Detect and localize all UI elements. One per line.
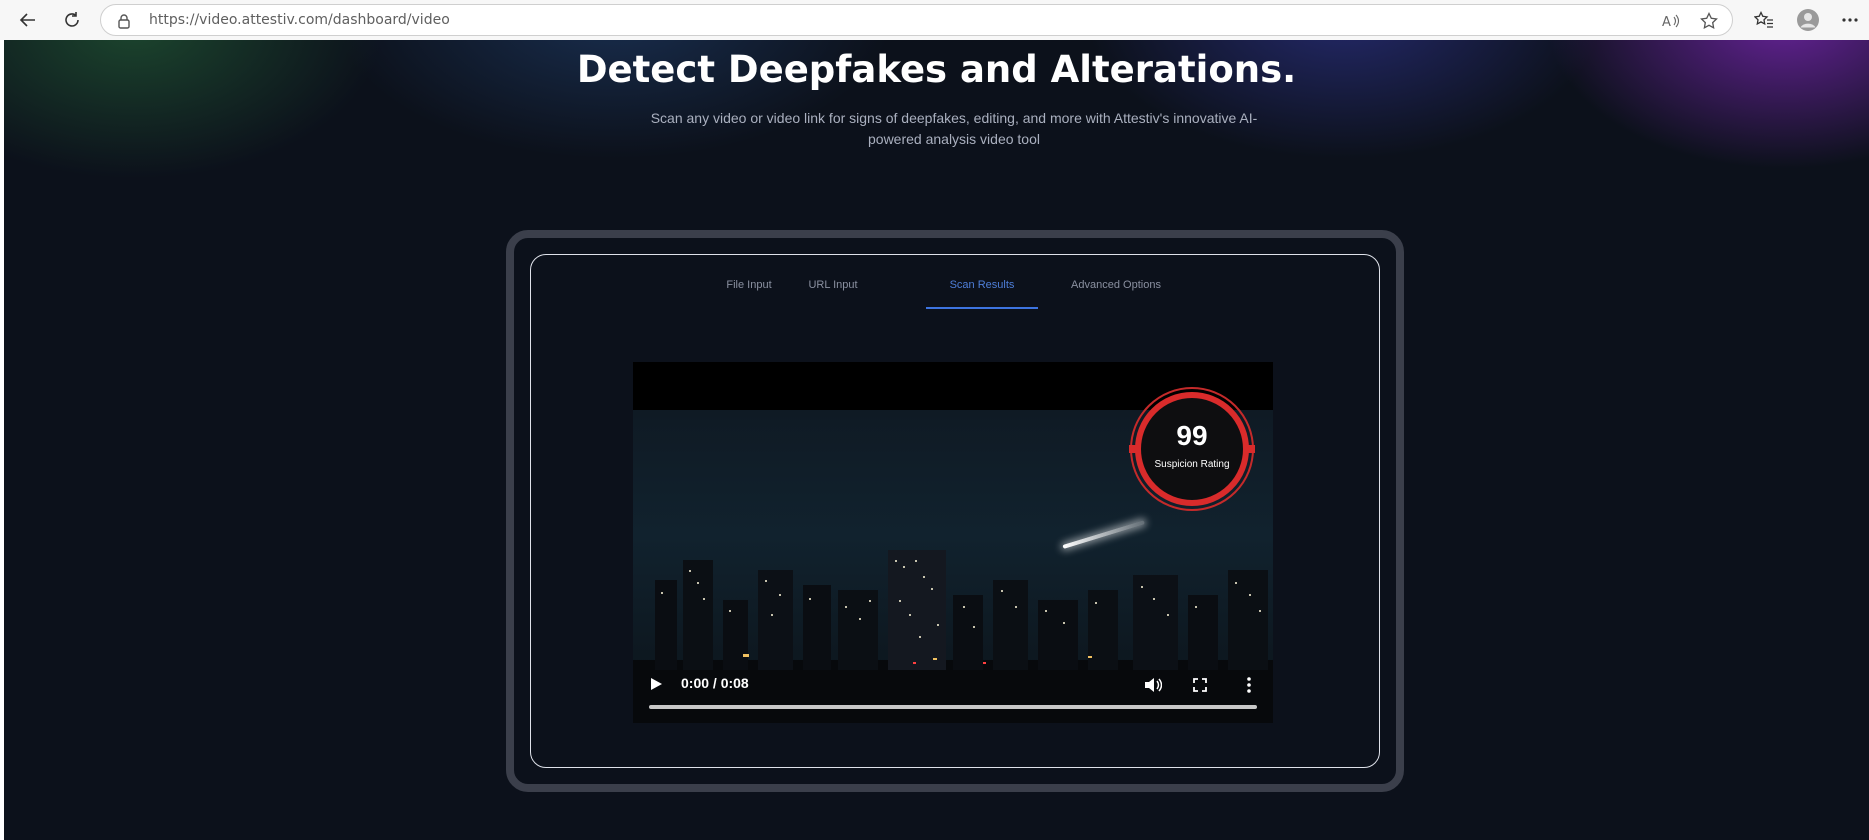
progress-bar[interactable] <box>649 705 1257 709</box>
svg-text:A: A <box>1662 15 1671 29</box>
play-icon[interactable] <box>647 675 665 693</box>
volume-icon[interactable] <box>1142 675 1164 695</box>
favorites-icon[interactable] <box>1750 6 1778 34</box>
favorite-star-icon[interactable] <box>1699 11 1719 31</box>
page-title: Detect Deepfakes and Alterations. <box>576 48 1297 91</box>
page-subtitle: Scan any video or video link for signs o… <box>650 110 1258 147</box>
tab-url-input[interactable]: URL Input <box>797 279 869 291</box>
active-tab-indicator <box>926 307 1038 309</box>
tab-bar: File Input URL Input Scan Results Advanc… <box>531 255 1379 309</box>
playback-time: 0:00 / 0:08 <box>681 675 749 691</box>
tab-file-input[interactable]: File Input <box>719 279 779 291</box>
lock-icon[interactable] <box>117 13 131 34</box>
page-content: Detect Deepfakes and Alterations. Scan a… <box>4 40 1869 840</box>
video-player[interactable]: 99 Suspicion Rating 0:00 / 0:08 <box>633 362 1273 723</box>
back-arrow-icon[interactable] <box>14 6 42 34</box>
address-bar[interactable]: https://video.attestiv.com/dashboard/vid… <box>100 4 1733 36</box>
url-text[interactable]: https://video.attestiv.com/dashboard/vid… <box>149 12 450 28</box>
refresh-icon[interactable] <box>58 6 86 34</box>
fullscreen-icon[interactable] <box>1190 675 1210 695</box>
tab-scan-results[interactable]: Scan Results <box>926 279 1038 291</box>
suspicion-label: Suspicion Rating <box>1154 459 1230 470</box>
tab-advanced-options[interactable]: Advanced Options <box>1066 279 1166 291</box>
more-options-icon[interactable] <box>1836 6 1864 34</box>
more-vertical-icon[interactable] <box>1239 675 1259 695</box>
browser-toolbar: https://video.attestiv.com/dashboard/vid… <box>0 0 1869 40</box>
suspicion-rating-badge: 99 Suspicion Rating <box>1129 386 1255 512</box>
suspicion-score: 99 <box>1176 420 1208 451</box>
read-aloud-icon[interactable]: A <box>1661 11 1681 31</box>
scanner-card: File Input URL Input Scan Results Advanc… <box>506 230 1404 792</box>
profile-icon[interactable] <box>1794 6 1822 34</box>
video-controls: 0:00 / 0:08 <box>633 663 1273 723</box>
scanner-panel: File Input URL Input Scan Results Advanc… <box>530 254 1380 768</box>
